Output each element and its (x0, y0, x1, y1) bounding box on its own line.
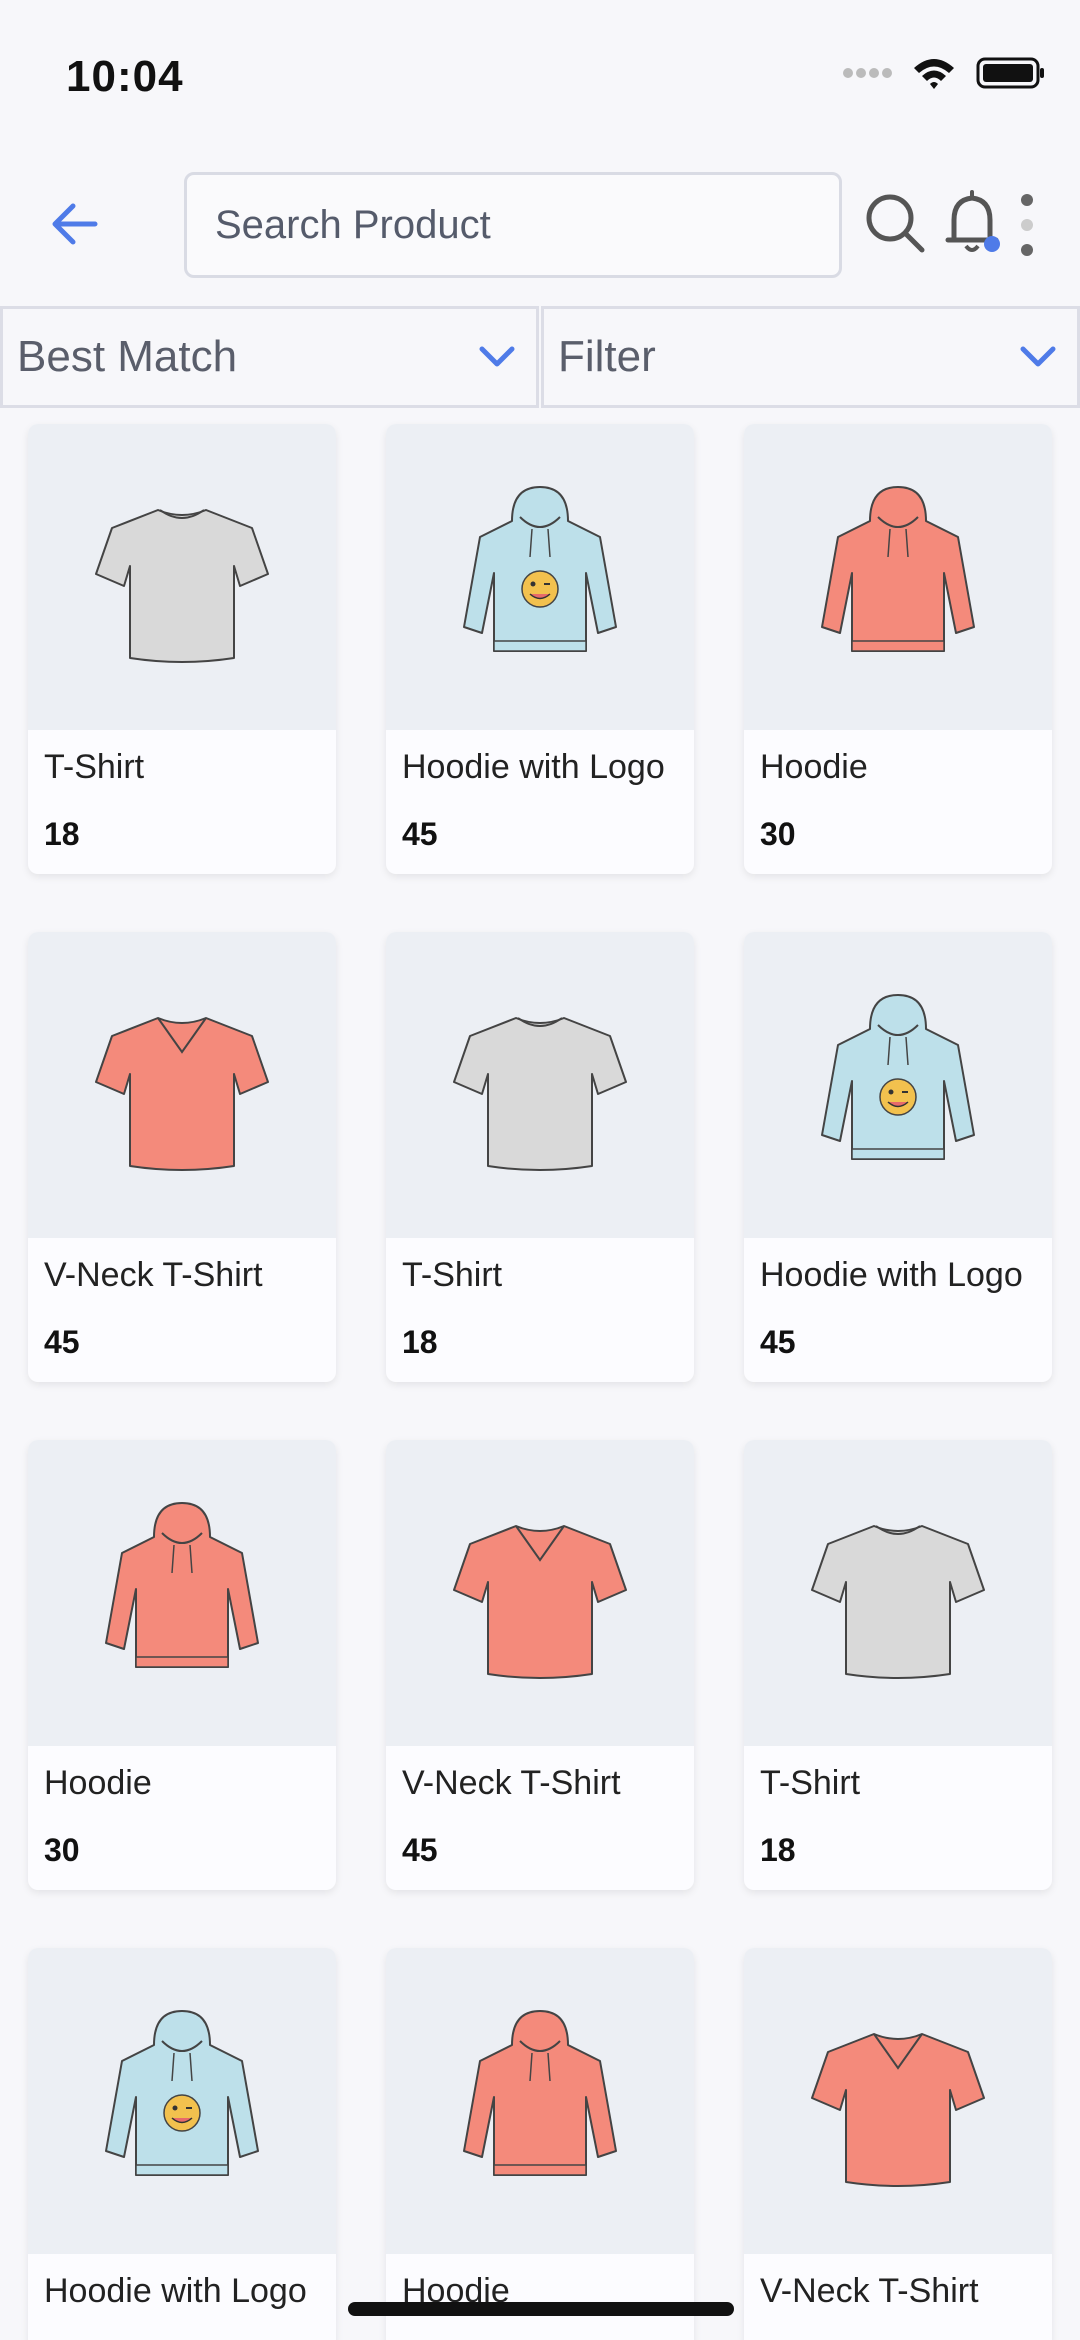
product-name: V-Neck T-Shirt (44, 1256, 263, 1294)
hoodie-with-logo-icon (105, 2010, 259, 2176)
product-price: 30 (760, 816, 796, 852)
product-card[interactable]: Hoodie (386, 1948, 694, 2340)
chevron-down-icon (1020, 346, 1056, 367)
hoodie-icon (821, 486, 975, 652)
product-name: Hoodie (44, 1764, 152, 1802)
product-image (386, 424, 694, 730)
product-name: Hoodie (760, 748, 868, 786)
product-image (744, 424, 1052, 730)
sort-label: Best Match (17, 332, 238, 381)
product-card[interactable]: T-Shirt 18 (386, 932, 694, 1382)
product-name: Hoodie with Logo (402, 748, 665, 786)
vneck-tshirt-icon (453, 1525, 627, 1679)
product-image (28, 932, 336, 1238)
home-indicator (348, 2302, 734, 2316)
product-name: Hoodie with Logo (760, 1256, 1023, 1294)
hoodie-icon (105, 1502, 259, 1668)
product-price: 18 (760, 1832, 796, 1868)
tshirt-icon (95, 509, 269, 663)
product-image (744, 1440, 1052, 1746)
back-button[interactable] (44, 194, 104, 254)
tshirt-icon (453, 1017, 627, 1171)
vneck-tshirt-icon (811, 2033, 985, 2187)
product-name: T-Shirt (44, 748, 145, 786)
filter-dropdown[interactable]: Filter (541, 306, 1080, 408)
product-price: 45 (402, 816, 438, 852)
chevron-down-icon (479, 346, 515, 367)
vneck-tshirt-icon (95, 1017, 269, 1171)
product-price: 18 (44, 816, 80, 852)
product-card[interactable]: V-Neck T-Shirt 45 (28, 932, 336, 1382)
hoodie-icon (463, 2010, 617, 2176)
battery-icon (976, 57, 1044, 89)
cellular-signal-icon (843, 68, 892, 78)
sort-dropdown[interactable]: Best Match (0, 306, 539, 408)
product-name: T-Shirt (402, 1256, 503, 1294)
status-time: 10:04 (66, 52, 184, 101)
product-image (744, 932, 1052, 1238)
product-card[interactable]: T-Shirt 18 (744, 1440, 1052, 1890)
product-image (28, 424, 336, 730)
search-input[interactable] (215, 202, 839, 248)
search-icon (866, 194, 925, 253)
product-name: Hoodie with Logo (44, 2272, 307, 2310)
product-name: V-Neck T-Shirt (402, 1764, 621, 1802)
more-options-button[interactable] (1014, 194, 1040, 256)
bell-icon (945, 190, 1000, 252)
product-name: T-Shirt (760, 1764, 861, 1802)
product-name: V-Neck T-Shirt (760, 2272, 979, 2310)
hoodie-with-logo-icon (821, 994, 975, 1160)
product-image (28, 1440, 336, 1746)
product-image (386, 932, 694, 1238)
product-price: 45 (44, 1324, 80, 1360)
more-dot (1021, 244, 1033, 256)
product-card[interactable]: Hoodie with Logo 45 (744, 932, 1052, 1382)
product-image (386, 1948, 694, 2254)
product-card[interactable]: Hoodie 30 (744, 424, 1052, 874)
tshirt-icon (811, 1525, 985, 1679)
filter-label: Filter (558, 332, 656, 381)
search-field[interactable] (184, 172, 842, 278)
product-price: 18 (402, 1324, 438, 1360)
product-image (386, 1440, 694, 1746)
product-card[interactable]: Hoodie with Logo (28, 1948, 336, 2340)
product-card[interactable]: Hoodie 30 (28, 1440, 336, 1890)
hoodie-with-logo-icon (463, 486, 617, 652)
product-price: 45 (760, 1324, 796, 1360)
status-bar: 10:04 (0, 0, 1080, 150)
more-dot (1021, 194, 1033, 206)
wifi-icon (914, 59, 954, 89)
notifications-button[interactable] (940, 188, 1006, 258)
product-price: 45 (402, 1832, 438, 1868)
arrow-left-icon (52, 203, 98, 245)
product-price: 30 (44, 1832, 80, 1868)
product-card[interactable]: T-Shirt 18 (28, 424, 336, 874)
product-image (744, 1948, 1052, 2254)
more-dot (1021, 219, 1033, 231)
product-image (28, 1948, 336, 2254)
product-card[interactable]: V-Neck T-Shirt 45 (386, 1440, 694, 1890)
status-icons (842, 56, 1046, 90)
sort-filter-bar: Best Match Filter (0, 306, 1080, 408)
search-button[interactable] (862, 190, 928, 256)
app-header (0, 170, 1080, 280)
product-card[interactable]: V-Neck T-Shirt (744, 1948, 1052, 2340)
product-card[interactable]: Hoodie with Logo 45 (386, 424, 694, 874)
